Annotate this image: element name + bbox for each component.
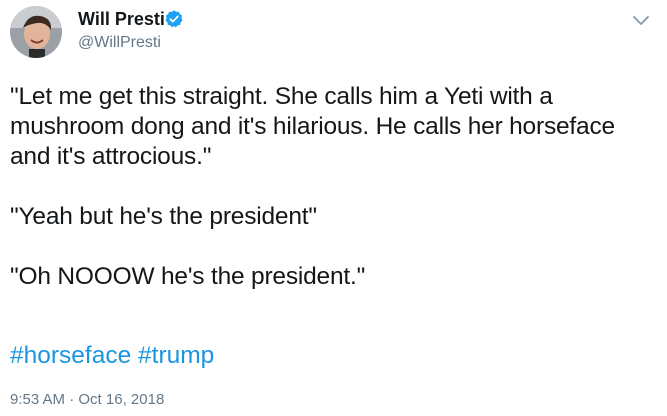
author-handle[interactable]: @WillPresti — [78, 34, 161, 52]
tweet-text: "Let me get this straight. She calls him… — [10, 82, 660, 322]
tweet-time: 9:53 AM — [10, 391, 66, 408]
avatar-image — [10, 6, 62, 58]
chevron-down-icon[interactable] — [629, 8, 653, 32]
tweet-paragraph: "Let me get this straight. She calls him… — [10, 83, 615, 170]
hashtag-link[interactable]: #horseface — [10, 342, 131, 369]
tweet-card: Will Presti @WillPresti "Let me get this… — [0, 0, 667, 416]
timestamp[interactable]: 9:53 AM · Oct 16, 2018 — [10, 391, 164, 408]
verified-badge-icon — [165, 10, 183, 28]
avatar[interactable] — [10, 6, 62, 58]
tweet-paragraph: "Yeah but he's the president" — [10, 203, 317, 230]
hashtags: #horseface #trump — [10, 341, 214, 371]
timestamp-separator: · — [69, 391, 75, 408]
tweet-date: Oct 16, 2018 — [78, 391, 165, 408]
author-name[interactable]: Will Presti — [78, 9, 165, 30]
tweet-paragraph: "Oh NOOOW he's the president." — [10, 263, 366, 290]
hashtag-link[interactable]: #trump — [138, 342, 214, 369]
